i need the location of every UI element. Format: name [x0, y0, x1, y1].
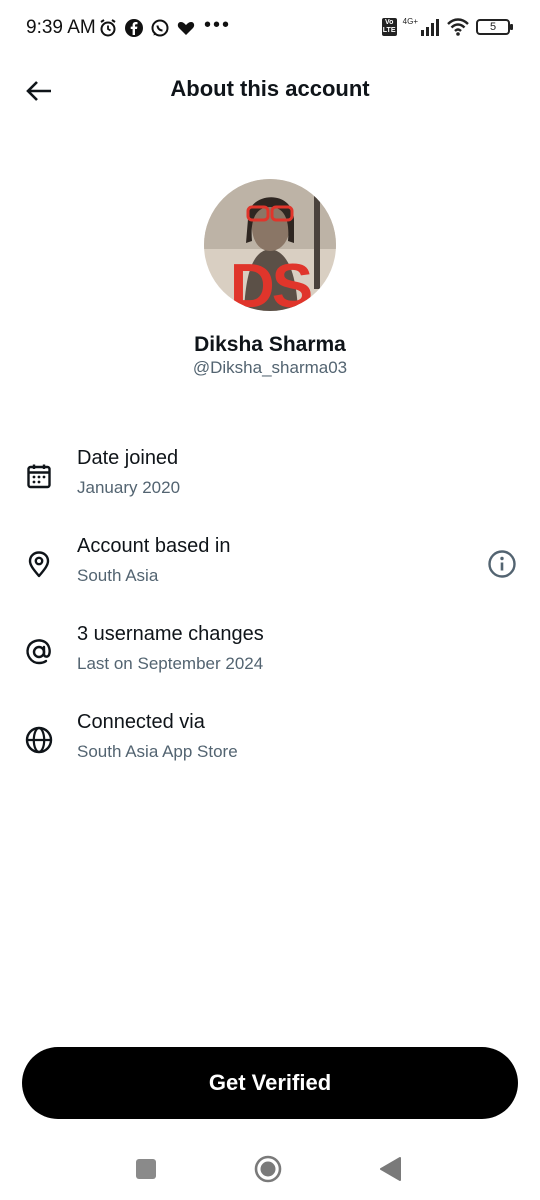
row-value: Last on September 2024	[77, 654, 264, 673]
row-label: Date joined	[77, 447, 179, 469]
display-name: Diksha Sharma	[194, 333, 346, 356]
back-icon	[380, 1157, 401, 1181]
home-button[interactable]	[251, 1152, 285, 1186]
home-icon	[254, 1155, 282, 1183]
system-back-button[interactable]	[373, 1152, 407, 1186]
row-label: 3 username changes	[77, 623, 264, 645]
signal-icon	[421, 19, 439, 36]
avatar-monogram: DS	[230, 252, 311, 311]
row-value: South Asia	[77, 566, 159, 585]
system-icons: Vo LTE 4G+ 5	[381, 16, 513, 36]
location-pin-icon	[22, 547, 56, 581]
alarm-icon	[100, 19, 116, 37]
info-row-account-based-in: Account based in South Asia	[0, 535, 540, 605]
info-button[interactable]	[485, 547, 519, 581]
page-title: About this account	[170, 76, 370, 101]
battery-icon: 5	[476, 19, 513, 35]
info-icon	[488, 550, 516, 578]
globe-icon	[22, 723, 56, 757]
whatsapp-icon	[151, 19, 169, 37]
header: About this account	[0, 58, 540, 122]
more-notifications-icon: •••	[204, 14, 232, 36]
status-time: 9:39 AM	[26, 17, 96, 38]
username-handle: @Diksha_sharma03	[192, 358, 348, 377]
avatar[interactable]: DS	[204, 179, 336, 311]
row-value: South Asia App Store	[77, 742, 238, 761]
recents-icon	[136, 1159, 156, 1179]
heart-icon	[177, 22, 195, 35]
row-label: Connected via	[77, 711, 205, 733]
system-nav-bar	[0, 1138, 540, 1200]
notification-icons	[98, 18, 196, 38]
facebook-icon	[125, 19, 143, 37]
row-label: Account based in	[77, 535, 231, 557]
at-sign-icon	[22, 635, 56, 669]
info-row-date-joined: Date joined January 2020	[0, 447, 540, 517]
calendar-icon	[22, 459, 56, 493]
get-verified-button[interactable]: Get Verified	[22, 1047, 518, 1119]
wifi-icon	[447, 18, 469, 36]
network-type: 4G+	[402, 16, 418, 26]
status-bar: 9:39 AM ••• Vo LTE 4G+ 5	[0, 0, 540, 58]
info-row-username-changes: 3 username changes Last on September 202…	[0, 623, 540, 693]
row-value: January 2020	[77, 478, 181, 497]
info-row-connected-via: Connected via South Asia App Store	[0, 711, 540, 781]
volte-icon: Vo LTE	[381, 18, 397, 36]
avatar-image: DS	[204, 179, 336, 311]
recents-button[interactable]	[129, 1152, 163, 1186]
